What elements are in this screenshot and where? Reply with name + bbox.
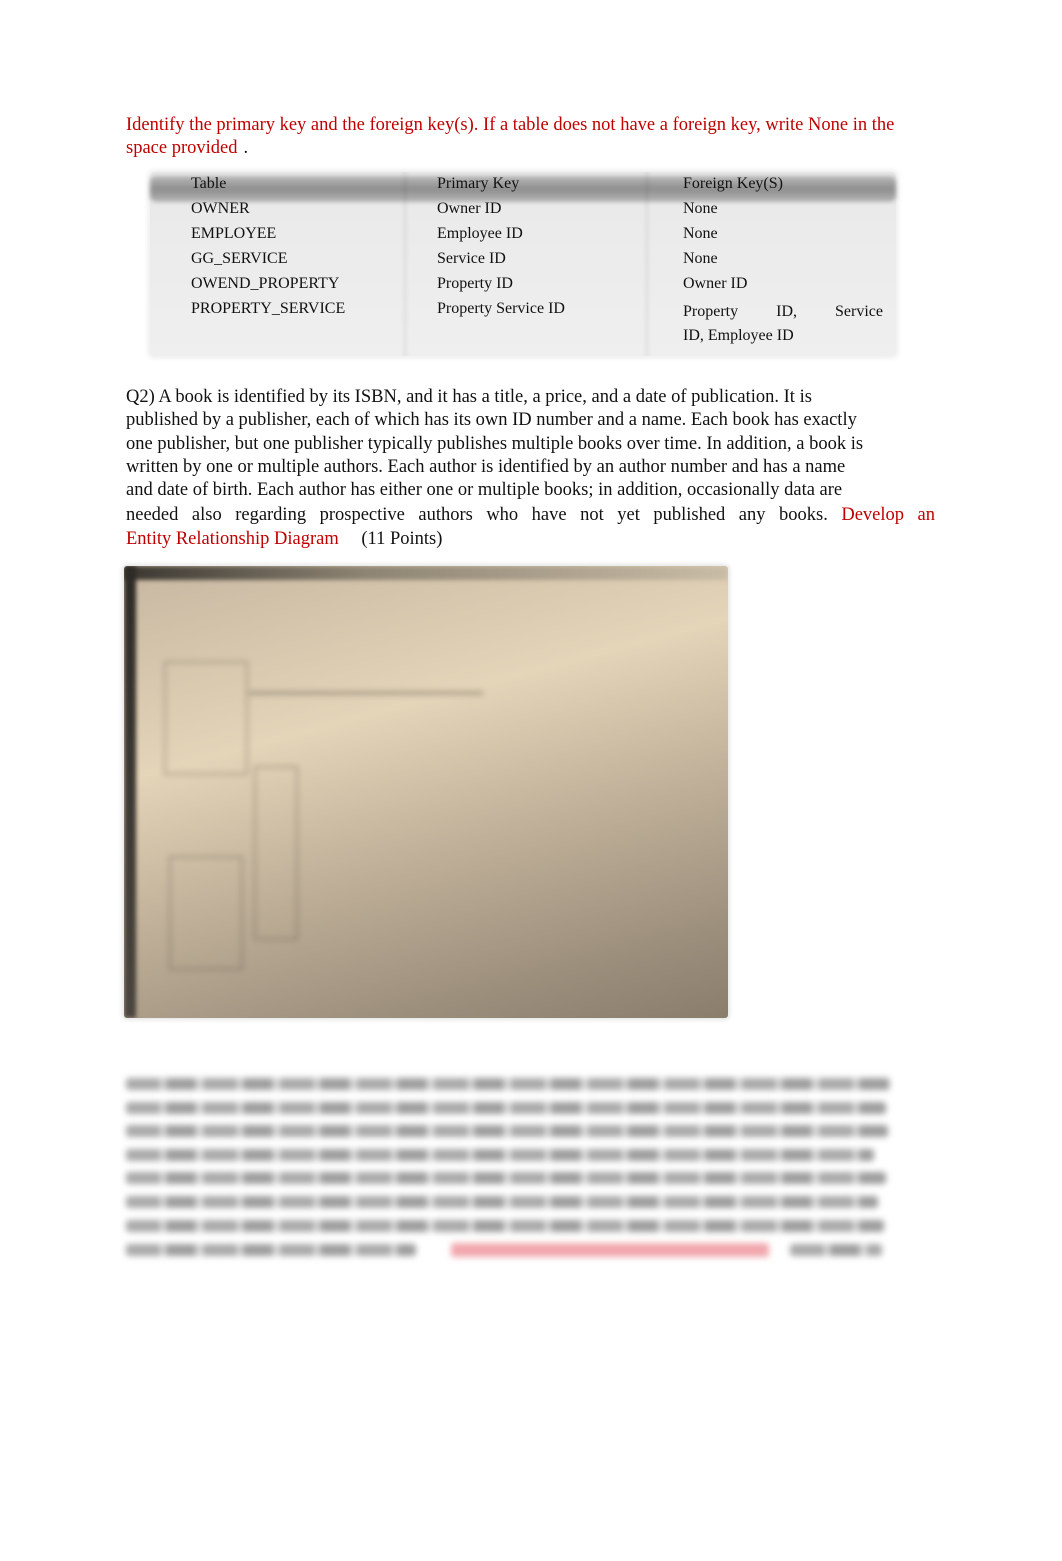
blurred-points (790, 1244, 882, 1256)
blurred-text-line (126, 1102, 886, 1114)
q2-line: Q2) A book is identified by its ISBN, an… (126, 387, 812, 407)
blurred-text-line (126, 1196, 878, 1208)
question-3-blurred (126, 1072, 896, 1262)
q2-line: Entity Relationship Diagram (11 Points) (126, 528, 935, 551)
cell-primary-key: Property Service ID (437, 300, 565, 317)
table-header-row: Table Primary Key Foreign Key(S) (150, 172, 896, 197)
blurred-red-task (451, 1243, 769, 1257)
keys-table: Table Primary Key Foreign Key(S) OWNER O… (150, 172, 896, 356)
cell-primary-key: Owner ID (437, 200, 502, 217)
cell-foreign-keys: Property ID, Service ID, Employee ID (683, 300, 883, 348)
erd-answer-photo (124, 566, 728, 1018)
q2-line: published by a publisher, each of which … (126, 410, 857, 431)
table-row: GG_SERVICE Service ID None (150, 247, 896, 272)
table-row: EMPLOYEE Employee ID None (150, 222, 896, 247)
blurred-text-line (126, 1149, 874, 1161)
cell-primary-key: Property ID (437, 275, 513, 292)
sketch-entity-box (169, 856, 243, 970)
cell-table: GG_SERVICE (191, 250, 288, 267)
instruction-text: Identify the primary key and the foreign… (126, 115, 895, 158)
cell-table: EMPLOYEE (191, 225, 277, 242)
q2-last-line-text: needed also regarding prospective author… (126, 505, 828, 526)
blurred-text-line (126, 1125, 888, 1137)
q2-line: and date of birth. Each author has eithe… (126, 480, 843, 501)
instruction-paragraph: Identify the primary key and the foreign… (126, 114, 906, 160)
foreign-keys-line-1: Property ID, Service (683, 303, 883, 320)
instruction-period: . (243, 138, 249, 158)
q2-task-part2: Entity Relationship Diagram (126, 528, 339, 549)
header-primary-key: Primary Key (437, 175, 520, 192)
sketch-relationship-line (249, 691, 483, 695)
foreign-keys-line-2: ID, Employee ID (683, 327, 794, 344)
cell-foreign-keys: Owner ID (683, 275, 748, 292)
cell-primary-key: Service ID (437, 250, 506, 267)
photo-edge (124, 566, 728, 580)
cell-foreign-keys: None (683, 200, 718, 217)
cell-table: PROPERTY_SERVICE (191, 300, 346, 317)
sketch-entity-box (164, 661, 248, 775)
q2-task-part1: Develop an (841, 505, 935, 526)
table-row: OWNER Owner ID None (150, 197, 896, 222)
table-row: OWEND_PROPERTY Property ID Owner ID (150, 272, 896, 297)
blurred-text-line (126, 1244, 416, 1256)
photo-edge (124, 566, 136, 1018)
q2-points: (11 Points) (361, 528, 443, 549)
q2-line: written by one or multiple authors. Each… (126, 456, 846, 477)
blurred-text-line (126, 1220, 884, 1232)
header-foreign-keys: Foreign Key(S) (683, 175, 783, 192)
q2-line: one publisher, but one publisher typical… (126, 433, 864, 454)
header-table: Table (191, 175, 227, 192)
q2-line: needed also regarding prospective author… (126, 504, 935, 527)
cell-table: OWNER (191, 200, 250, 217)
question-2: Q2) A book is identified by its ISBN, an… (126, 386, 935, 551)
cell-primary-key: Employee ID (437, 225, 523, 242)
blurred-text-line (126, 1172, 886, 1184)
table-row: PROPERTY_SERVICE Property Service ID Pro… (150, 297, 896, 347)
cell-foreign-keys: None (683, 225, 718, 242)
cell-table: OWEND_PROPERTY (191, 275, 340, 292)
blurred-text-line (126, 1078, 890, 1090)
cell-foreign-keys: None (683, 250, 718, 267)
sketch-entity-box (254, 766, 298, 940)
